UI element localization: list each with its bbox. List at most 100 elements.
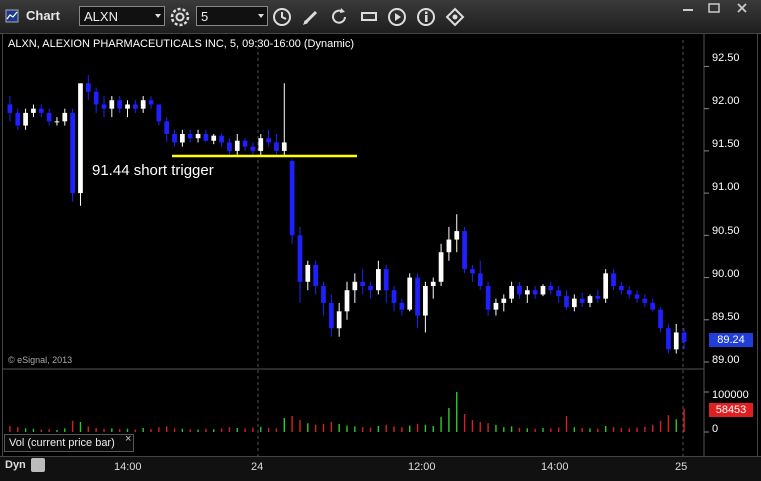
last-price-badge: 89.24 [709, 333, 753, 347]
candle-body [548, 286, 554, 291]
candle-body [485, 286, 491, 310]
candle-body [219, 135, 224, 143]
candle-body [556, 290, 562, 297]
candle-body [250, 146, 256, 151]
candle-body [62, 112, 68, 122]
candle-body [187, 134, 193, 139]
candle-body [423, 286, 428, 316]
candle-body [117, 100, 123, 109]
candle-body [595, 296, 601, 299]
candle-body [156, 104, 162, 122]
price-label: 89.50 [712, 311, 740, 323]
time-label: 12:00 [408, 461, 436, 473]
price-label: 91.00 [712, 181, 740, 193]
candle-body [289, 161, 295, 236]
candle-body [415, 277, 420, 316]
candle-body [462, 231, 467, 270]
price-label: 92.50 [712, 52, 740, 64]
copyright-text: © eSignal, 2013 [8, 355, 73, 365]
volume-pane-label[interactable]: Vol (current price bar) [4, 434, 134, 452]
candle-body [140, 100, 146, 109]
candle-body [23, 112, 28, 126]
candle-body [430, 281, 436, 286]
time-label: 25 [675, 461, 688, 473]
candle-body [399, 302, 405, 310]
candle-body [132, 104, 138, 109]
candle-body [587, 296, 593, 303]
candle-body [258, 138, 264, 151]
price-chart[interactable] [0, 0, 761, 480]
candle-body [634, 294, 640, 299]
candle-body [85, 83, 91, 92]
candle-body [470, 269, 475, 274]
candle-body [313, 264, 318, 286]
candle-body [571, 298, 577, 308]
candle-body [360, 281, 366, 286]
candle-body [148, 100, 154, 105]
candle-body [564, 296, 569, 308]
candle-body [391, 290, 397, 303]
last-volume-badge: 58453 [709, 403, 753, 417]
candle-body [650, 302, 656, 310]
candle-body [626, 290, 632, 295]
candle-body [383, 269, 389, 291]
candle-body [376, 269, 381, 291]
candle-body [579, 298, 585, 303]
price-label: 90.00 [712, 268, 740, 280]
candle-body [125, 104, 130, 109]
candle-body [274, 142, 279, 151]
candle-body [305, 264, 311, 282]
candle-body [619, 286, 624, 291]
time-label: 14:00 [114, 461, 142, 473]
candle-body [101, 104, 107, 109]
candle-body [321, 286, 326, 303]
candle-body [344, 290, 350, 312]
volume-pane-close-icon[interactable]: × [125, 433, 131, 445]
candle-body [38, 108, 44, 113]
candle-body [7, 104, 13, 113]
candle-body [532, 290, 538, 295]
candle-body [454, 231, 460, 240]
candle-body [266, 138, 271, 143]
candle-body [203, 134, 209, 141]
candle-body [438, 252, 444, 282]
candle-body [15, 112, 21, 126]
candle-body [180, 134, 185, 143]
candle-body [603, 273, 609, 299]
candle-body [242, 140, 248, 147]
candle-body [681, 332, 687, 342]
candle-body [493, 302, 499, 310]
chart-title: ALXN, ALEXION PHARMACEUTICALS INC, 5, 09… [8, 38, 355, 50]
candle-body [658, 309, 663, 329]
candle-body [666, 328, 671, 350]
candle-body [540, 286, 546, 295]
candle-body [336, 311, 342, 329]
price-label: 91.50 [712, 138, 740, 150]
candle-body [234, 140, 240, 151]
candle-body [611, 273, 616, 286]
dynamic-toggle[interactable]: Dyn [5, 459, 26, 471]
candle-body [93, 91, 99, 105]
candle-body [46, 112, 52, 122]
candle-body [642, 298, 648, 303]
time-label: 24 [251, 461, 264, 473]
time-label: 14:00 [541, 461, 569, 473]
candle-body [517, 286, 522, 295]
candle-body [172, 134, 177, 143]
candle-body [446, 239, 452, 253]
candle-body [54, 121, 60, 123]
candle-body [109, 100, 115, 109]
candle-body [164, 121, 170, 134]
scale-icon[interactable] [31, 458, 45, 472]
candle-body [31, 108, 36, 113]
candle-body [211, 135, 217, 141]
candle-body [70, 112, 75, 194]
volume-label: 100000 [712, 389, 749, 401]
price-label: 89.00 [712, 354, 740, 366]
candle-body [281, 142, 287, 151]
candle-body [673, 332, 679, 350]
candle-body [227, 142, 232, 151]
trigger-annotation: 91.44 short trigger [92, 162, 214, 179]
candle-body [195, 134, 201, 139]
candle-body [501, 298, 507, 303]
